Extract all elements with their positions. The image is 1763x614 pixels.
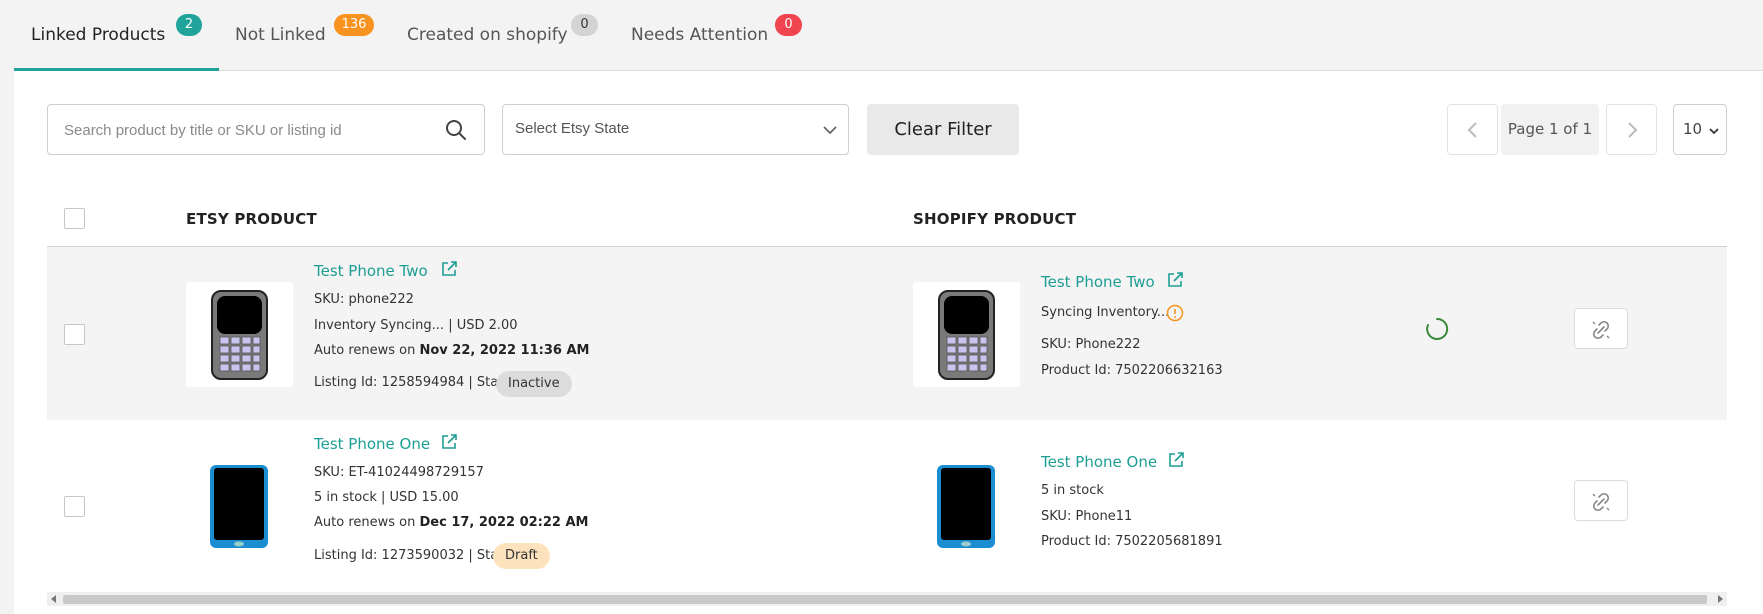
smartphone-icon: [210, 465, 268, 548]
search-field[interactable]: [47, 104, 485, 155]
tab-needs-attention[interactable]: Needs Attention: [631, 25, 768, 45]
horizontal-scrollbar[interactable]: [47, 592, 1727, 606]
shopify-product-title-link[interactable]: Test Phone Two: [1041, 273, 1155, 291]
shopify-product-title-link[interactable]: Test Phone One: [1041, 453, 1157, 471]
etsy-product-title-link[interactable]: Test Phone One: [314, 435, 430, 453]
shopify-sync-status: Syncing Inventory...: [1041, 305, 1170, 320]
etsy-listing-id: Listing Id: 1273590032 | State:: [314, 548, 516, 563]
warning-info-icon[interactable]: [1166, 304, 1184, 322]
keypad-phone-icon: [938, 290, 995, 380]
chevron-down-icon: [1709, 128, 1719, 135]
table-row: Test Phone Two SKU: phone222 Inventory S…: [47, 247, 1727, 420]
etsy-state-select-value: Select Etsy State: [515, 120, 630, 137]
etsy-product-image: [186, 282, 293, 387]
shopify-product-image: [913, 282, 1020, 387]
tab-not-linked[interactable]: Not Linked: [235, 25, 326, 45]
clear-filter-button[interactable]: Clear Filter: [867, 104, 1019, 155]
loading-spinner-icon: [1426, 317, 1449, 340]
page-indicator: Page 1 of 1: [1501, 104, 1599, 155]
shopify-product-id: Product Id: 7502205681891: [1041, 534, 1223, 549]
tab-label: Needs Attention: [631, 25, 769, 45]
shopify-sku: SKU: Phone222: [1041, 337, 1141, 352]
external-link-icon[interactable]: [1167, 451, 1185, 469]
per-page-value: 10: [1683, 120, 1703, 138]
table-row: Test Phone One SKU: ET-41024498729157 5 …: [47, 420, 1727, 591]
etsy-state-select[interactable]: Select Etsy State: [502, 104, 849, 155]
tab-count-badge: 2: [176, 14, 202, 36]
search-input[interactable]: [64, 119, 424, 141]
etsy-sku: SKU: ET-41024498729157: [314, 465, 484, 480]
etsy-renewal: Auto renews on Nov 22, 2022 11:36 AM: [314, 343, 589, 358]
shopify-stock: 5 in stock: [1041, 483, 1104, 498]
tab-count-badge: 0: [775, 14, 802, 36]
tab-created-on-shopify[interactable]: Created on shopify: [407, 25, 568, 45]
unlink-icon: [1592, 320, 1610, 340]
column-header-shopify: SHOPIFY PRODUCT: [913, 210, 1077, 228]
renewal-date: Dec 17, 2022 02:22 AM: [419, 515, 589, 530]
previous-page-button[interactable]: [1447, 104, 1498, 155]
next-page-button[interactable]: [1606, 104, 1657, 155]
tab-count-badge: 136: [334, 14, 374, 36]
scroll-left-arrow-icon[interactable]: [50, 595, 58, 603]
row-checkbox[interactable]: [64, 324, 85, 345]
scrollbar-thumb[interactable]: [63, 595, 1707, 604]
scroll-right-arrow-icon[interactable]: [1716, 595, 1724, 603]
renewal-date: Nov 22, 2022 11:36 AM: [419, 343, 590, 358]
select-all-checkbox[interactable]: [64, 208, 85, 229]
etsy-product-image: [186, 453, 293, 558]
etsy-listing-id: Listing Id: 1258594984 | State:: [314, 375, 516, 390]
chevron-down-icon: [823, 126, 837, 135]
tab-linked-products[interactable]: Linked Products: [31, 25, 165, 45]
tab-count-badge: 0: [571, 14, 598, 36]
row-checkbox[interactable]: [64, 496, 85, 517]
etsy-sku: SKU: phone222: [314, 292, 414, 307]
external-link-icon[interactable]: [1166, 271, 1184, 289]
etsy-renewal: Auto renews on Dec 17, 2022 02:22 AM: [314, 515, 589, 530]
shopify-sku: SKU: Phone11: [1041, 509, 1133, 524]
unlink-icon: [1592, 492, 1610, 512]
unlink-button[interactable]: [1574, 480, 1628, 521]
etsy-stock-price: Inventory Syncing... | USD 2.00: [314, 318, 518, 333]
column-header-etsy: ETSY PRODUCT: [186, 210, 317, 228]
shopify-product-id: Product Id: 7502206632163: [1041, 363, 1223, 378]
keypad-phone-icon: [211, 290, 268, 380]
etsy-product-title-link[interactable]: Test Phone Two: [314, 262, 428, 280]
tab-label: Created on shopify: [407, 25, 568, 45]
per-page-select[interactable]: 10: [1673, 104, 1727, 155]
tab-label: Not Linked: [235, 25, 326, 45]
shopify-product-image: [913, 453, 1020, 558]
product-tabs: Linked Products 2 Not Linked 136 Created…: [14, 0, 1763, 71]
renewal-label: Auto renews on: [314, 343, 420, 358]
smartphone-icon: [937, 465, 995, 548]
renewal-label: Auto renews on: [314, 515, 420, 530]
status-badge: Draft: [493, 543, 550, 569]
external-link-icon[interactable]: [440, 260, 458, 278]
search-icon[interactable]: [444, 118, 468, 142]
external-link-icon[interactable]: [440, 433, 458, 451]
chevron-left-icon: [1467, 122, 1477, 138]
unlink-button[interactable]: [1574, 308, 1628, 349]
tab-label: Linked Products: [31, 25, 166, 45]
status-badge: Inactive: [496, 371, 572, 397]
etsy-stock-price: 5 in stock | USD 15.00: [314, 490, 459, 505]
chevron-right-icon: [1628, 122, 1638, 138]
